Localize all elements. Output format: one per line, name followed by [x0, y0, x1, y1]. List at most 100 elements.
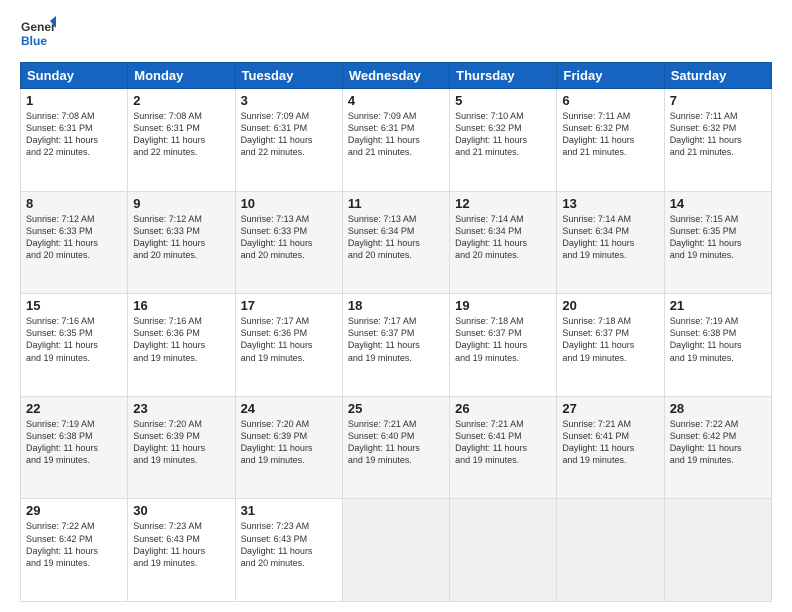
calendar-cell: 18 Sunrise: 7:17 AM Sunset: 6:37 PM Dayli…: [342, 294, 449, 397]
day-number: 27: [562, 401, 658, 416]
day-number: 12: [455, 196, 551, 211]
calendar-cell: 9Sunrise: 7:12 AM Sunset: 6:33 PM Daylig…: [128, 191, 235, 294]
calendar-cell: 5Sunrise: 7:10 AM Sunset: 6:32 PM Daylig…: [450, 89, 557, 192]
day-number: 26: [455, 401, 551, 416]
calendar-cell: 1 Sunrise: 7:08 AM Sunset: 6:31 PM Daylig…: [21, 89, 128, 192]
cell-info: Sunrise: 7:18 AM Sunset: 6:37 PM Dayligh…: [562, 315, 658, 364]
cell-info: Sunrise: 7:22 AM Sunset: 6:42 PM Dayligh…: [26, 520, 122, 569]
day-number: 1: [26, 93, 122, 108]
calendar-week-row: 29 Sunrise: 7:22 AM Sunset: 6:42 PM Dayli…: [21, 499, 772, 602]
calendar-day-header: Thursday: [450, 63, 557, 89]
calendar-cell: 21Sunrise: 7:19 AM Sunset: 6:38 PM Dayli…: [664, 294, 771, 397]
calendar-cell: 11Sunrise: 7:13 AM Sunset: 6:34 PM Dayli…: [342, 191, 449, 294]
calendar-cell: 29 Sunrise: 7:22 AM Sunset: 6:42 PM Dayli…: [21, 499, 128, 602]
calendar-cell: 26Sunrise: 7:21 AM Sunset: 6:41 PM Dayli…: [450, 396, 557, 499]
day-number: 13: [562, 196, 658, 211]
day-number: 3: [241, 93, 337, 108]
cell-info: Sunrise: 7:16 AM Sunset: 6:36 PM Dayligh…: [133, 315, 229, 364]
calendar-cell: 25 Sunrise: 7:21 AM Sunset: 6:40 PM Dayli…: [342, 396, 449, 499]
calendar-day-header: Friday: [557, 63, 664, 89]
day-number: 21: [670, 298, 766, 313]
day-number: 29: [26, 503, 122, 518]
cell-info: Sunrise: 7:19 AM Sunset: 6:38 PM Dayligh…: [26, 418, 122, 467]
day-number: 18: [348, 298, 444, 313]
calendar-week-row: 8Sunrise: 7:12 AM Sunset: 6:33 PM Daylig…: [21, 191, 772, 294]
cell-info: Sunrise: 7:20 AM Sunset: 6:39 PM Dayligh…: [133, 418, 229, 467]
day-number: 19: [455, 298, 551, 313]
day-number: 2: [133, 93, 229, 108]
day-number: 14: [670, 196, 766, 211]
day-number: 28: [670, 401, 766, 416]
cell-info: Sunrise: 7:21 AM Sunset: 6:40 PM Dayligh…: [348, 418, 444, 467]
calendar-cell: 3 Sunrise: 7:09 AM Sunset: 6:31 PM Daylig…: [235, 89, 342, 192]
calendar-week-row: 22 Sunrise: 7:19 AM Sunset: 6:38 PM Dayli…: [21, 396, 772, 499]
calendar-cell: 6Sunrise: 7:11 AM Sunset: 6:32 PM Daylig…: [557, 89, 664, 192]
header: General Blue: [20, 16, 772, 52]
calendar-cell: 28 Sunrise: 7:22 AM Sunset: 6:42 PM Dayli…: [664, 396, 771, 499]
calendar-week-row: 15 Sunrise: 7:16 AM Sunset: 6:35 PM Dayli…: [21, 294, 772, 397]
day-number: 4: [348, 93, 444, 108]
calendar-table: SundayMondayTuesdayWednesdayThursdayFrid…: [20, 62, 772, 602]
page: General Blue SundayMondayTuesdayWednesda…: [0, 0, 792, 612]
calendar-cell: 30 Sunrise: 7:23 AM Sunset: 6:43 PM Dayli…: [128, 499, 235, 602]
cell-info: Sunrise: 7:15 AM Sunset: 6:35 PM Dayligh…: [670, 213, 766, 262]
day-number: 6: [562, 93, 658, 108]
day-number: 22: [26, 401, 122, 416]
cell-info: Sunrise: 7:10 AM Sunset: 6:32 PM Dayligh…: [455, 110, 551, 159]
day-number: 30: [133, 503, 229, 518]
calendar-day-header: Sunday: [21, 63, 128, 89]
cell-info: Sunrise: 7:17 AM Sunset: 6:37 PM Dayligh…: [348, 315, 444, 364]
day-number: 10: [241, 196, 337, 211]
day-number: 16: [133, 298, 229, 313]
day-number: 23: [133, 401, 229, 416]
calendar-cell: 24 Sunrise: 7:20 AM Sunset: 6:39 PM Dayli…: [235, 396, 342, 499]
cell-info: Sunrise: 7:11 AM Sunset: 6:32 PM Dayligh…: [670, 110, 766, 159]
calendar-cell: 2 Sunrise: 7:08 AM Sunset: 6:31 PM Daylig…: [128, 89, 235, 192]
day-number: 25: [348, 401, 444, 416]
cell-info: Sunrise: 7:13 AM Sunset: 6:33 PM Dayligh…: [241, 213, 337, 262]
cell-info: Sunrise: 7:23 AM Sunset: 6:43 PM Dayligh…: [241, 520, 337, 569]
calendar-cell: 31Sunrise: 7:23 AM Sunset: 6:43 PM Dayli…: [235, 499, 342, 602]
calendar-day-header: Tuesday: [235, 63, 342, 89]
day-number: 7: [670, 93, 766, 108]
calendar-cell: 20 Sunrise: 7:18 AM Sunset: 6:37 PM Dayli…: [557, 294, 664, 397]
day-number: 15: [26, 298, 122, 313]
calendar-day-header: Monday: [128, 63, 235, 89]
calendar-cell: 8Sunrise: 7:12 AM Sunset: 6:33 PM Daylig…: [21, 191, 128, 294]
svg-text:Blue: Blue: [21, 34, 47, 48]
cell-info: Sunrise: 7:12 AM Sunset: 6:33 PM Dayligh…: [133, 213, 229, 262]
day-number: 17: [241, 298, 337, 313]
calendar-cell: 12 Sunrise: 7:14 AM Sunset: 6:34 PM Dayli…: [450, 191, 557, 294]
cell-info: Sunrise: 7:16 AM Sunset: 6:35 PM Dayligh…: [26, 315, 122, 364]
cell-info: Sunrise: 7:22 AM Sunset: 6:42 PM Dayligh…: [670, 418, 766, 467]
cell-info: Sunrise: 7:23 AM Sunset: 6:43 PM Dayligh…: [133, 520, 229, 569]
calendar-cell: 17 Sunrise: 7:17 AM Sunset: 6:36 PM Dayli…: [235, 294, 342, 397]
calendar-cell: 13Sunrise: 7:14 AM Sunset: 6:34 PM Dayli…: [557, 191, 664, 294]
calendar-cell: 10 Sunrise: 7:13 AM Sunset: 6:33 PM Dayli…: [235, 191, 342, 294]
calendar-cell: 16 Sunrise: 7:16 AM Sunset: 6:36 PM Dayli…: [128, 294, 235, 397]
calendar-cell: [450, 499, 557, 602]
cell-info: Sunrise: 7:18 AM Sunset: 6:37 PM Dayligh…: [455, 315, 551, 364]
cell-info: Sunrise: 7:09 AM Sunset: 6:31 PM Dayligh…: [348, 110, 444, 159]
day-number: 24: [241, 401, 337, 416]
calendar-cell: 15 Sunrise: 7:16 AM Sunset: 6:35 PM Dayli…: [21, 294, 128, 397]
cell-info: Sunrise: 7:21 AM Sunset: 6:41 PM Dayligh…: [562, 418, 658, 467]
calendar-cell: 7 Sunrise: 7:11 AM Sunset: 6:32 PM Daylig…: [664, 89, 771, 192]
calendar-day-header: Wednesday: [342, 63, 449, 89]
cell-info: Sunrise: 7:17 AM Sunset: 6:36 PM Dayligh…: [241, 315, 337, 364]
calendar-body: 1 Sunrise: 7:08 AM Sunset: 6:31 PM Daylig…: [21, 89, 772, 602]
day-number: 20: [562, 298, 658, 313]
cell-info: Sunrise: 7:14 AM Sunset: 6:34 PM Dayligh…: [455, 213, 551, 262]
calendar-day-header: Saturday: [664, 63, 771, 89]
calendar-header-row: SundayMondayTuesdayWednesdayThursdayFrid…: [21, 63, 772, 89]
calendar-cell: 14 Sunrise: 7:15 AM Sunset: 6:35 PM Dayli…: [664, 191, 771, 294]
calendar-cell: 4 Sunrise: 7:09 AM Sunset: 6:31 PM Daylig…: [342, 89, 449, 192]
cell-info: Sunrise: 7:20 AM Sunset: 6:39 PM Dayligh…: [241, 418, 337, 467]
calendar-cell: [664, 499, 771, 602]
calendar-cell: 19 Sunrise: 7:18 AM Sunset: 6:37 PM Dayli…: [450, 294, 557, 397]
cell-info: Sunrise: 7:08 AM Sunset: 6:31 PM Dayligh…: [133, 110, 229, 159]
cell-info: Sunrise: 7:08 AM Sunset: 6:31 PM Dayligh…: [26, 110, 122, 159]
logo-svg: General Blue: [20, 16, 56, 52]
cell-info: Sunrise: 7:09 AM Sunset: 6:31 PM Dayligh…: [241, 110, 337, 159]
calendar-cell: 23 Sunrise: 7:20 AM Sunset: 6:39 PM Dayli…: [128, 396, 235, 499]
